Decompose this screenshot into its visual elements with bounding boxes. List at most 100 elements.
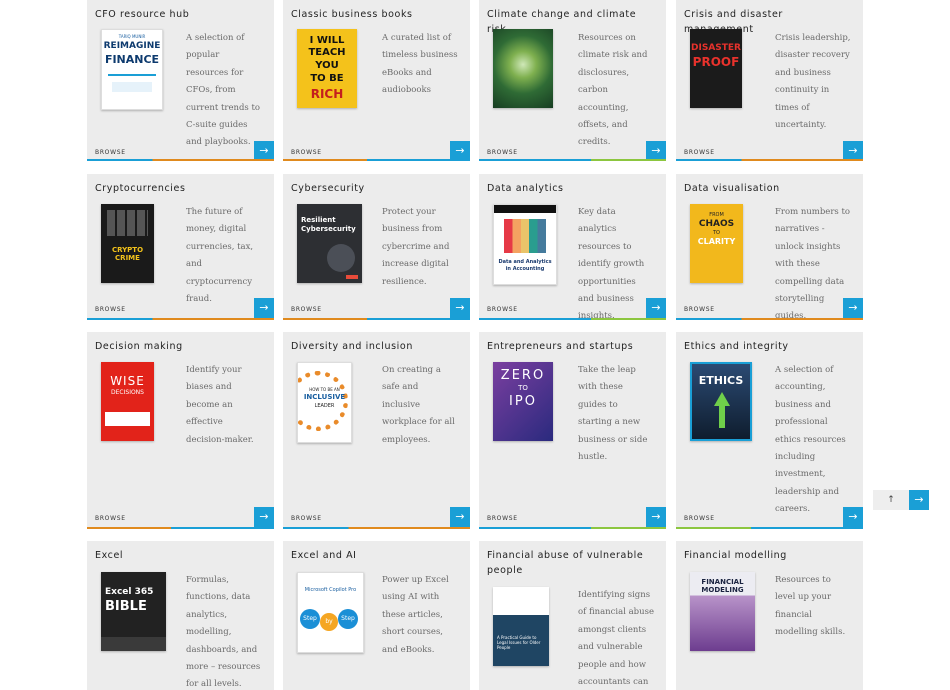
cover-text: ZERO [500,368,546,383]
browse-label[interactable]: BROWSE [95,515,126,522]
book-cover: CRYPTO CRIME [101,204,154,283]
card-cybersecurity[interactable]: Cybersecurity Resilient Cybersecurity Pr… [283,174,470,320]
browse-label[interactable]: BROWSE [487,149,518,156]
card-financial-abuse[interactable]: Financial abuse of vulnerable people A P… [479,541,666,690]
card-title: Ethics and integrity [684,341,789,352]
browse-arrow-button[interactable]: → [450,141,470,161]
card-accent-bar [87,159,274,161]
cover-text: TEACH [308,47,346,58]
browse-arrow-button[interactable]: → [646,507,666,527]
cover-text: Resilient [301,216,336,224]
cover-decoration [107,210,148,236]
book-cover: DISASTER PROOF [690,29,742,108]
card-description: Resources on climate risk and disclosure… [578,33,648,148]
card-excel-and-ai[interactable]: Excel and AI Microsoft Copilot Pro Step … [283,541,470,690]
card-description: Identify your biases and become an effec… [186,365,254,445]
card-title: Entrepreneurs and startups [487,341,634,352]
book-cover: HOW TO BE AN INCLUSIVE LEADER [297,362,352,443]
cover-text: MODELING [701,586,744,594]
card-diversity-inclusion[interactable]: Diversity and inclusion HOW TO BE AN INC… [283,332,470,529]
next-arrow-button[interactable]: → [909,490,929,510]
browse-arrow-button[interactable]: → [646,141,666,161]
browse-arrow-button[interactable]: → [450,298,470,318]
browse-label[interactable]: BROWSE [95,306,126,313]
cover-text: TARIQ MUNIR [118,34,146,39]
cover-text: PROOF [692,55,740,69]
card-title: Decision making [95,341,183,352]
browse-arrow-button[interactable]: → [646,298,666,318]
card-accent-bar [87,318,274,320]
cover-decoration [112,82,152,92]
cover-text: TO BE [310,73,344,84]
card-title: CFO resource hub [95,9,190,20]
card-accent-bar [283,159,470,161]
card-excel[interactable]: Excel Excel 365 BIBLE Formulas, function… [87,541,274,690]
book-cover: TARIQ MUNIR REIMAGINE FINANCE [101,29,163,110]
cover-decoration [327,244,355,272]
card-description: Protect your business from cybercrime an… [382,207,450,287]
book-cover: Microsoft Copilot Pro Step by Step [297,572,364,653]
browse-arrow-button[interactable]: → [254,507,274,527]
cover-text: WISE [110,374,145,388]
card-data-analytics[interactable]: Data analytics Data and Analytics in Acc… [479,174,666,320]
cover-text: DECISIONS [111,389,144,396]
card-cfo-resource-hub[interactable]: CFO resource hub TARIQ MUNIR REIMAGINE F… [87,0,274,161]
browse-label[interactable]: BROWSE [291,515,322,522]
cover-text: RICH [310,87,344,101]
card-accent-bar [479,527,666,529]
card-accent-bar [479,159,666,161]
cover-text: DISASTER [691,43,741,53]
cover-text: REIMAGINE [103,41,161,51]
card-financial-modelling[interactable]: Financial modelling FINANCIAL MODELING R… [676,541,863,690]
card-description: A curated list of timeless business eBoo… [382,33,458,96]
card-accent-bar [676,527,863,529]
card-description: A selection of popular resources for CFO… [186,33,261,148]
browse-arrow-button[interactable]: → [843,141,863,161]
browse-arrow-button[interactable]: → [450,507,470,527]
card-cryptocurrencies[interactable]: Cryptocurrencies CRYPTO CRIME The future… [87,174,274,320]
book-cover [493,29,553,108]
cover-text: by [320,613,338,631]
browse-label[interactable]: BROWSE [487,306,518,313]
cover-decoration [101,637,166,651]
card-title: Diversity and inclusion [291,341,413,352]
browse-label[interactable]: BROWSE [487,515,518,522]
scroll-to-top-button[interactable]: ↑ [873,490,909,510]
cover-text: FINANCE [104,53,160,66]
card-title: Cryptocurrencies [95,183,186,194]
cover-text: FINANCIAL [701,578,744,586]
cover-decoration [504,219,546,253]
card-entrepreneurs-startups[interactable]: Entrepreneurs and startups ZERO TO IPO T… [479,332,666,529]
browse-label[interactable]: BROWSE [684,515,715,522]
browse-arrow-button[interactable]: → [843,298,863,318]
card-description: From numbers to narratives - unlock insi… [775,207,850,320]
book-cover: ZERO TO IPO [493,362,553,441]
card-crisis-disaster[interactable]: Crisis and disaster management DISASTER … [676,0,863,161]
book-cover: I WILL TEACH YOU TO BE RICH [297,29,357,108]
browse-arrow-button[interactable]: → [254,298,274,318]
browse-label[interactable]: BROWSE [95,149,126,156]
card-climate-change[interactable]: Climate change and climate risk Resource… [479,0,666,161]
card-ethics-integrity[interactable]: Ethics and integrity ETHICS A selection … [676,332,863,529]
browse-label[interactable]: BROWSE [684,149,715,156]
cover-text: Microsoft Copilot Pro [304,587,357,593]
browse-arrow-button[interactable]: → [843,507,863,527]
card-description: Resources to level up your financial mod… [775,575,846,638]
browse-label[interactable]: BROWSE [291,306,322,313]
browse-label[interactable]: BROWSE [291,149,322,156]
card-title: Excel and AI [291,550,357,561]
cover-text: Step [338,609,358,629]
cover-text: TO [713,230,720,236]
card-description: Take the leap with these guides to start… [578,365,648,463]
cover-text: in Accounting [505,266,545,272]
card-data-visualisation[interactable]: Data visualisation FROM CHAOS TO CLARITY… [676,174,863,320]
browse-arrow-button[interactable]: → [254,141,274,161]
book-cover: Excel 365 BIBLE [101,572,166,651]
card-decision-making[interactable]: Decision making WISE DECISIONS Identify … [87,332,274,529]
browse-label[interactable]: BROWSE [684,306,715,313]
cover-text: CLARITY [697,237,736,246]
cover-decoration [714,392,730,406]
card-classic-business-books[interactable]: Classic business books I WILL TEACH YOU … [283,0,470,161]
cover-text: IPO [509,394,537,409]
cover-text: INCLUSIVE [303,393,346,401]
